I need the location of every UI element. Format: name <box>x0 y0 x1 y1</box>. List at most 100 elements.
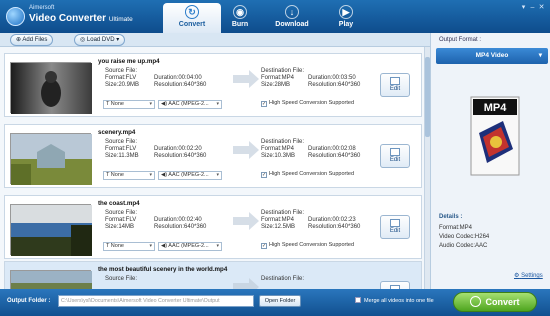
source-info: Source File: Format:FLV Size:14MB Durati… <box>105 210 225 231</box>
chevron-down-icon: ▾ <box>538 52 542 59</box>
brand-main-text: Video Converter <box>29 13 107 24</box>
edit-icon <box>390 219 400 227</box>
subtitle-value: None <box>110 101 124 107</box>
play-icon: ▶ <box>339 5 353 19</box>
tab-burn[interactable]: ◉ Burn <box>211 3 269 33</box>
load-dvd-button[interactable]: ◎ Load DVD ▾ <box>74 34 126 46</box>
high-speed-checkbox[interactable]: ✓ <box>261 243 267 249</box>
tab-play-label: Play <box>338 21 354 28</box>
audio-value: AAC (MPEG-2... <box>168 172 209 178</box>
destination-duration: Duration:00:02:08 <box>308 146 356 152</box>
edit-button[interactable] <box>380 281 410 289</box>
menu-icon[interactable]: ▾ <box>519 3 528 11</box>
source-file-label: Source File: <box>105 68 138 74</box>
detail-audio-codec: Audio Codec:AAC <box>439 243 488 249</box>
output-format-label: Output Format : <box>439 37 482 43</box>
audio-dropdown[interactable]: ◀) AAC (MPEG-2... ▾ <box>158 100 222 109</box>
details-title: Details : <box>439 214 463 220</box>
brand-edition: Ultimate <box>108 16 133 23</box>
dvd-icon: ◎ <box>80 37 86 43</box>
mp4-icon-text: MP4 <box>484 102 508 114</box>
source-info: Source File: Format:FLV Size:11.3MB Dura… <box>105 139 225 160</box>
subtitle-value: None <box>110 172 124 178</box>
destination-resolution: Resolution:640*360 <box>308 224 361 230</box>
high-speed-option[interactable]: ✓ High Speed Conversion Supported <box>261 100 354 107</box>
edit-button[interactable]: Edit <box>380 215 410 239</box>
source-info: Source File: <box>105 276 225 283</box>
edit-button[interactable]: Edit <box>380 144 410 168</box>
tab-play[interactable]: ▶ Play <box>317 3 375 33</box>
source-duration: Duration:00:04:00 <box>154 75 202 81</box>
file-row[interactable]: scenery.mp4 Source File: Format:FLV Size… <box>4 124 422 188</box>
file-row[interactable]: you raise me up.mp4 Source File: Format:… <box>4 53 422 117</box>
tab-download-label: Download <box>275 21 309 28</box>
edit-button[interactable]: Edit <box>380 73 410 97</box>
file-row[interactable]: the most beautiful scenery in the world.… <box>4 261 422 289</box>
arrow-right-icon <box>233 278 259 289</box>
merge-option[interactable]: Merge all videos into one file <box>355 297 434 304</box>
source-file-label: Source File: <box>105 139 138 145</box>
audio-dropdown[interactable]: ◀) AAC (MPEG-2... ▾ <box>158 171 222 180</box>
tab-burn-label: Burn <box>231 21 249 28</box>
brand-small: Aimersoft <box>29 5 55 11</box>
chevron-down-icon: ▾ <box>216 172 219 178</box>
subtitle-value: None <box>110 243 124 249</box>
merge-checkbox[interactable] <box>355 297 361 303</box>
thumbnail-image <box>11 205 92 256</box>
convert-button[interactable]: Convert <box>453 292 537 312</box>
chevron-down-icon: ▾ <box>216 101 219 107</box>
file-name: the coast.mp4 <box>98 200 140 207</box>
file-name: scenery.mp4 <box>98 129 136 136</box>
chevron-down-icon: ▾ <box>149 243 152 249</box>
subtitle-dropdown[interactable]: T None ▾ <box>103 242 155 251</box>
edit-icon <box>390 148 400 156</box>
disc-icon: ◉ <box>233 5 247 19</box>
audio-value: AAC (MPEG-2... <box>168 243 209 249</box>
destination-file-label: Destination File: <box>261 210 305 216</box>
source-duration: Duration:00:02:40 <box>154 217 202 223</box>
chevron-down-icon: ▾ <box>149 101 152 107</box>
minimize-icon[interactable]: – <box>528 4 537 11</box>
app-logo-icon <box>6 7 25 26</box>
high-speed-label: High Speed Conversion Supported <box>269 242 355 248</box>
close-icon[interactable]: ✕ <box>537 3 546 11</box>
destination-info: Destination File: <box>261 276 376 283</box>
mp4-format-icon: MP4 <box>470 96 520 176</box>
merge-label: Merge all videos into one file <box>364 298 434 304</box>
destination-resolution: Resolution:640*360 <box>308 153 361 159</box>
open-folder-button[interactable]: Open Folder <box>259 295 301 307</box>
video-thumbnail <box>10 204 92 256</box>
arrow-right-icon <box>233 212 259 230</box>
file-list: you raise me up.mp4 Source File: Format:… <box>0 47 424 289</box>
audio-icon: ◀) <box>161 243 168 249</box>
destination-info: Destination File: Format:MP4 Size:10.3MB… <box>261 139 376 160</box>
subtitle-dropdown[interactable]: T None ▾ <box>103 171 155 180</box>
settings-link[interactable]: ⚙ Settings <box>514 272 543 279</box>
high-speed-option[interactable]: ✓ High Speed Conversion Supported <box>261 242 354 249</box>
file-name: you raise me up.mp4 <box>98 58 160 65</box>
high-speed-option[interactable]: ✓ High Speed Conversion Supported <box>261 171 354 178</box>
subtitle-icon: T <box>106 243 110 249</box>
chevron-down-icon: ▾ <box>216 243 219 249</box>
thumbnail-image <box>11 134 92 185</box>
thumbnail-image <box>11 63 92 114</box>
audio-dropdown[interactable]: ◀) AAC (MPEG-2... ▾ <box>158 242 222 251</box>
tab-convert-label: Convert <box>178 21 206 28</box>
convert-icon <box>470 296 482 307</box>
add-files-button[interactable]: ⊕ Add Files <box>10 34 54 46</box>
output-folder-input[interactable]: C:\Users\ysl\Documents\Aimersoft Video C… <box>58 295 254 307</box>
subtitle-dropdown[interactable]: T None ▾ <box>103 100 155 109</box>
high-speed-checkbox[interactable]: ✓ <box>261 101 267 107</box>
edit-label: Edit <box>389 228 401 234</box>
destination-file-label: Destination File: <box>261 68 305 74</box>
high-speed-checkbox[interactable]: ✓ <box>261 172 267 178</box>
output-format-select[interactable]: MP4 Video ▾ <box>436 48 548 64</box>
output-panel: Output Format : MP4 Video ▾ MP4 Details … <box>430 33 550 289</box>
convert-label: Convert <box>485 297 520 307</box>
settings-gear-icon: ⚙ <box>514 273 520 279</box>
tab-download[interactable]: ↓ Download <box>263 3 321 33</box>
file-row[interactable]: the coast.mp4 Source File: Format:FLV Si… <box>4 195 422 259</box>
source-resolution: Resolution:640*360 <box>154 82 207 88</box>
refresh-icon: ↻ <box>185 5 199 19</box>
destination-duration: Duration:00:03:50 <box>308 75 356 81</box>
